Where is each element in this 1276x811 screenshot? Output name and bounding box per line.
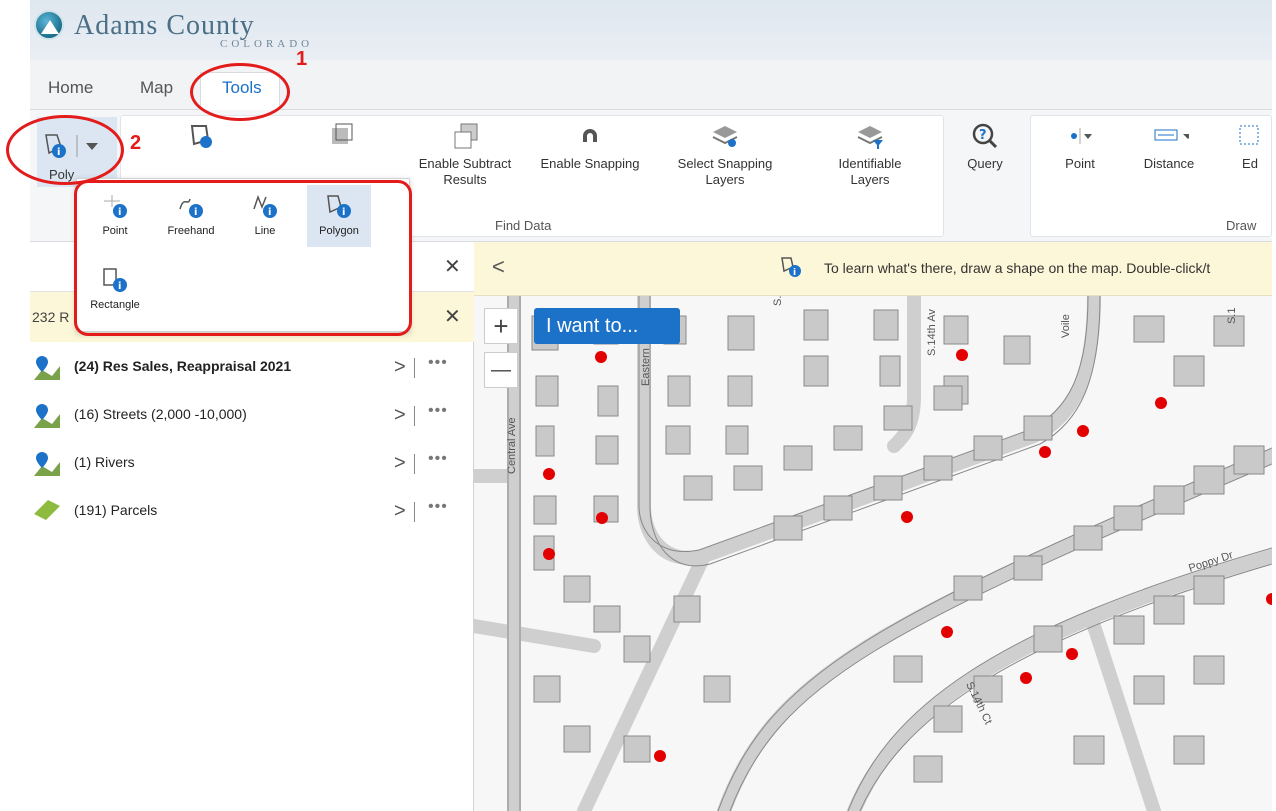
enable-snapping-button[interactable]: Enable Snapping	[540, 122, 640, 172]
layer-label: (16) Streets (2,000 -10,000)	[74, 406, 247, 422]
divider	[414, 406, 415, 426]
street-label: S.1	[1226, 307, 1238, 324]
layer-label: (191) Parcels	[74, 502, 158, 518]
find-data-group-label: Find Data	[495, 218, 552, 233]
query-icon: ?	[972, 123, 998, 149]
layers-icon	[712, 126, 738, 147]
tab-home[interactable]: Home	[48, 78, 93, 98]
divider	[414, 502, 415, 522]
chevron-right-icon[interactable]: >	[394, 452, 406, 475]
street-label: S.13th Ave	[772, 296, 784, 306]
identifiable-layers-button[interactable]: Identifiable Layers	[815, 122, 925, 188]
chevron-right-icon[interactable]: >	[394, 500, 406, 523]
results-close-icon[interactable]: ✕	[444, 304, 461, 329]
chevron-right-icon[interactable]: >	[394, 404, 406, 427]
i-want-to-button[interactable]: I want to...	[534, 308, 680, 344]
results-count: 232 R	[32, 309, 70, 325]
identifiable-layers-label: Identifiable Layers	[838, 156, 902, 187]
layer-row-parcels[interactable]: (191) Parcels > •••	[30, 496, 474, 544]
draw-group-label: Draw	[1226, 218, 1257, 233]
more-options-icon[interactable]: •••	[428, 498, 448, 516]
draw-distance-button[interactable]: Distance	[1128, 122, 1210, 172]
edit-icon	[1239, 125, 1259, 145]
tab-map[interactable]: Map	[140, 78, 173, 98]
point-icon	[1071, 128, 1092, 144]
app-header: Adams County COLORADO	[30, 0, 1272, 60]
divider	[414, 454, 415, 474]
subtract-icon	[454, 123, 478, 149]
select-snapping-layers-button[interactable]: Select Snapping Layers	[670, 122, 780, 188]
street-label: Voile	[1060, 314, 1072, 338]
divider	[414, 358, 415, 378]
buffer-icon	[190, 125, 212, 148]
layers-filter-icon	[857, 126, 883, 149]
street-label: Eastern	[640, 348, 652, 386]
collapse-panel-icon[interactable]: <	[492, 254, 505, 280]
query-label: Query	[967, 156, 1003, 171]
zoom-in-button[interactable]: +	[484, 308, 518, 344]
panel-close-icon[interactable]: ✕	[444, 254, 461, 279]
annotation-circle-poly	[6, 115, 124, 185]
layer-row-res-sales[interactable]: (24) Res Sales, Reappraisal 2021 > •••	[30, 352, 474, 400]
more-options-icon[interactable]: •••	[428, 354, 448, 372]
layer-label: (1) Rivers	[74, 454, 135, 470]
more-options-icon[interactable]: •••	[428, 402, 448, 420]
zoom-out-button[interactable]: —	[484, 352, 518, 388]
annotation-circle-tools	[190, 63, 290, 121]
select-snapping-layers-label: Select Snapping Layers	[677, 156, 773, 187]
draw-point-button[interactable]: Point	[1048, 122, 1112, 172]
draw-point-label: Point	[1065, 156, 1095, 171]
more-options-icon[interactable]: •••	[428, 450, 448, 468]
polygon-info-icon: i	[781, 257, 801, 278]
map-canvas	[474, 296, 1272, 811]
add-button[interactable]	[310, 122, 370, 156]
svg-text:i: i	[793, 268, 796, 278]
buffer-button[interactable]	[170, 122, 230, 156]
map-pin-layer-icon	[34, 404, 60, 428]
parcel-layer-icon	[34, 500, 60, 520]
enable-subtract-results-label: Enable Subtract Results	[418, 156, 512, 187]
map-pin-layer-icon	[34, 452, 60, 476]
layer-row-streets[interactable]: (16) Streets (2,000 -10,000) > •••	[30, 400, 474, 448]
map-instruction-text: To learn what's there, draw a shape on t…	[824, 260, 1211, 276]
layer-row-rivers[interactable]: (1) Rivers > •••	[30, 448, 474, 496]
annotation-box-dropdown	[74, 180, 412, 336]
layer-label: (24) Res Sales, Reappraisal 2021	[74, 358, 292, 374]
map-info-bar: < i To learn what's there, draw a shape …	[474, 242, 1272, 296]
ruler-icon	[1154, 129, 1189, 141]
annotation-number-2: 2	[130, 132, 142, 154]
magnet-icon	[583, 129, 597, 142]
draw-edit-button[interactable]: Ed	[1228, 122, 1272, 172]
county-logo-icon	[34, 10, 64, 40]
query-button[interactable]: ? Query	[950, 122, 1020, 172]
svg-text:?: ?	[979, 128, 987, 143]
chevron-right-icon[interactable]: >	[394, 356, 406, 379]
draw-edit-label: Ed	[1242, 156, 1258, 171]
street-label: Central Ave	[506, 417, 518, 474]
map-pin-layer-icon	[34, 356, 60, 380]
enable-subtract-results-button[interactable]: Enable Subtract Results	[410, 122, 520, 188]
enable-snapping-label: Enable Snapping	[540, 156, 640, 171]
street-label: S.14th Av	[926, 309, 938, 356]
annotation-number-1: 1	[296, 48, 308, 70]
map-view[interactable]: S.13th Ave S.14th Av Voile S.1 Eastern C…	[474, 296, 1272, 811]
draw-distance-label: Distance	[1143, 156, 1195, 171]
hatch-icon	[332, 123, 353, 144]
